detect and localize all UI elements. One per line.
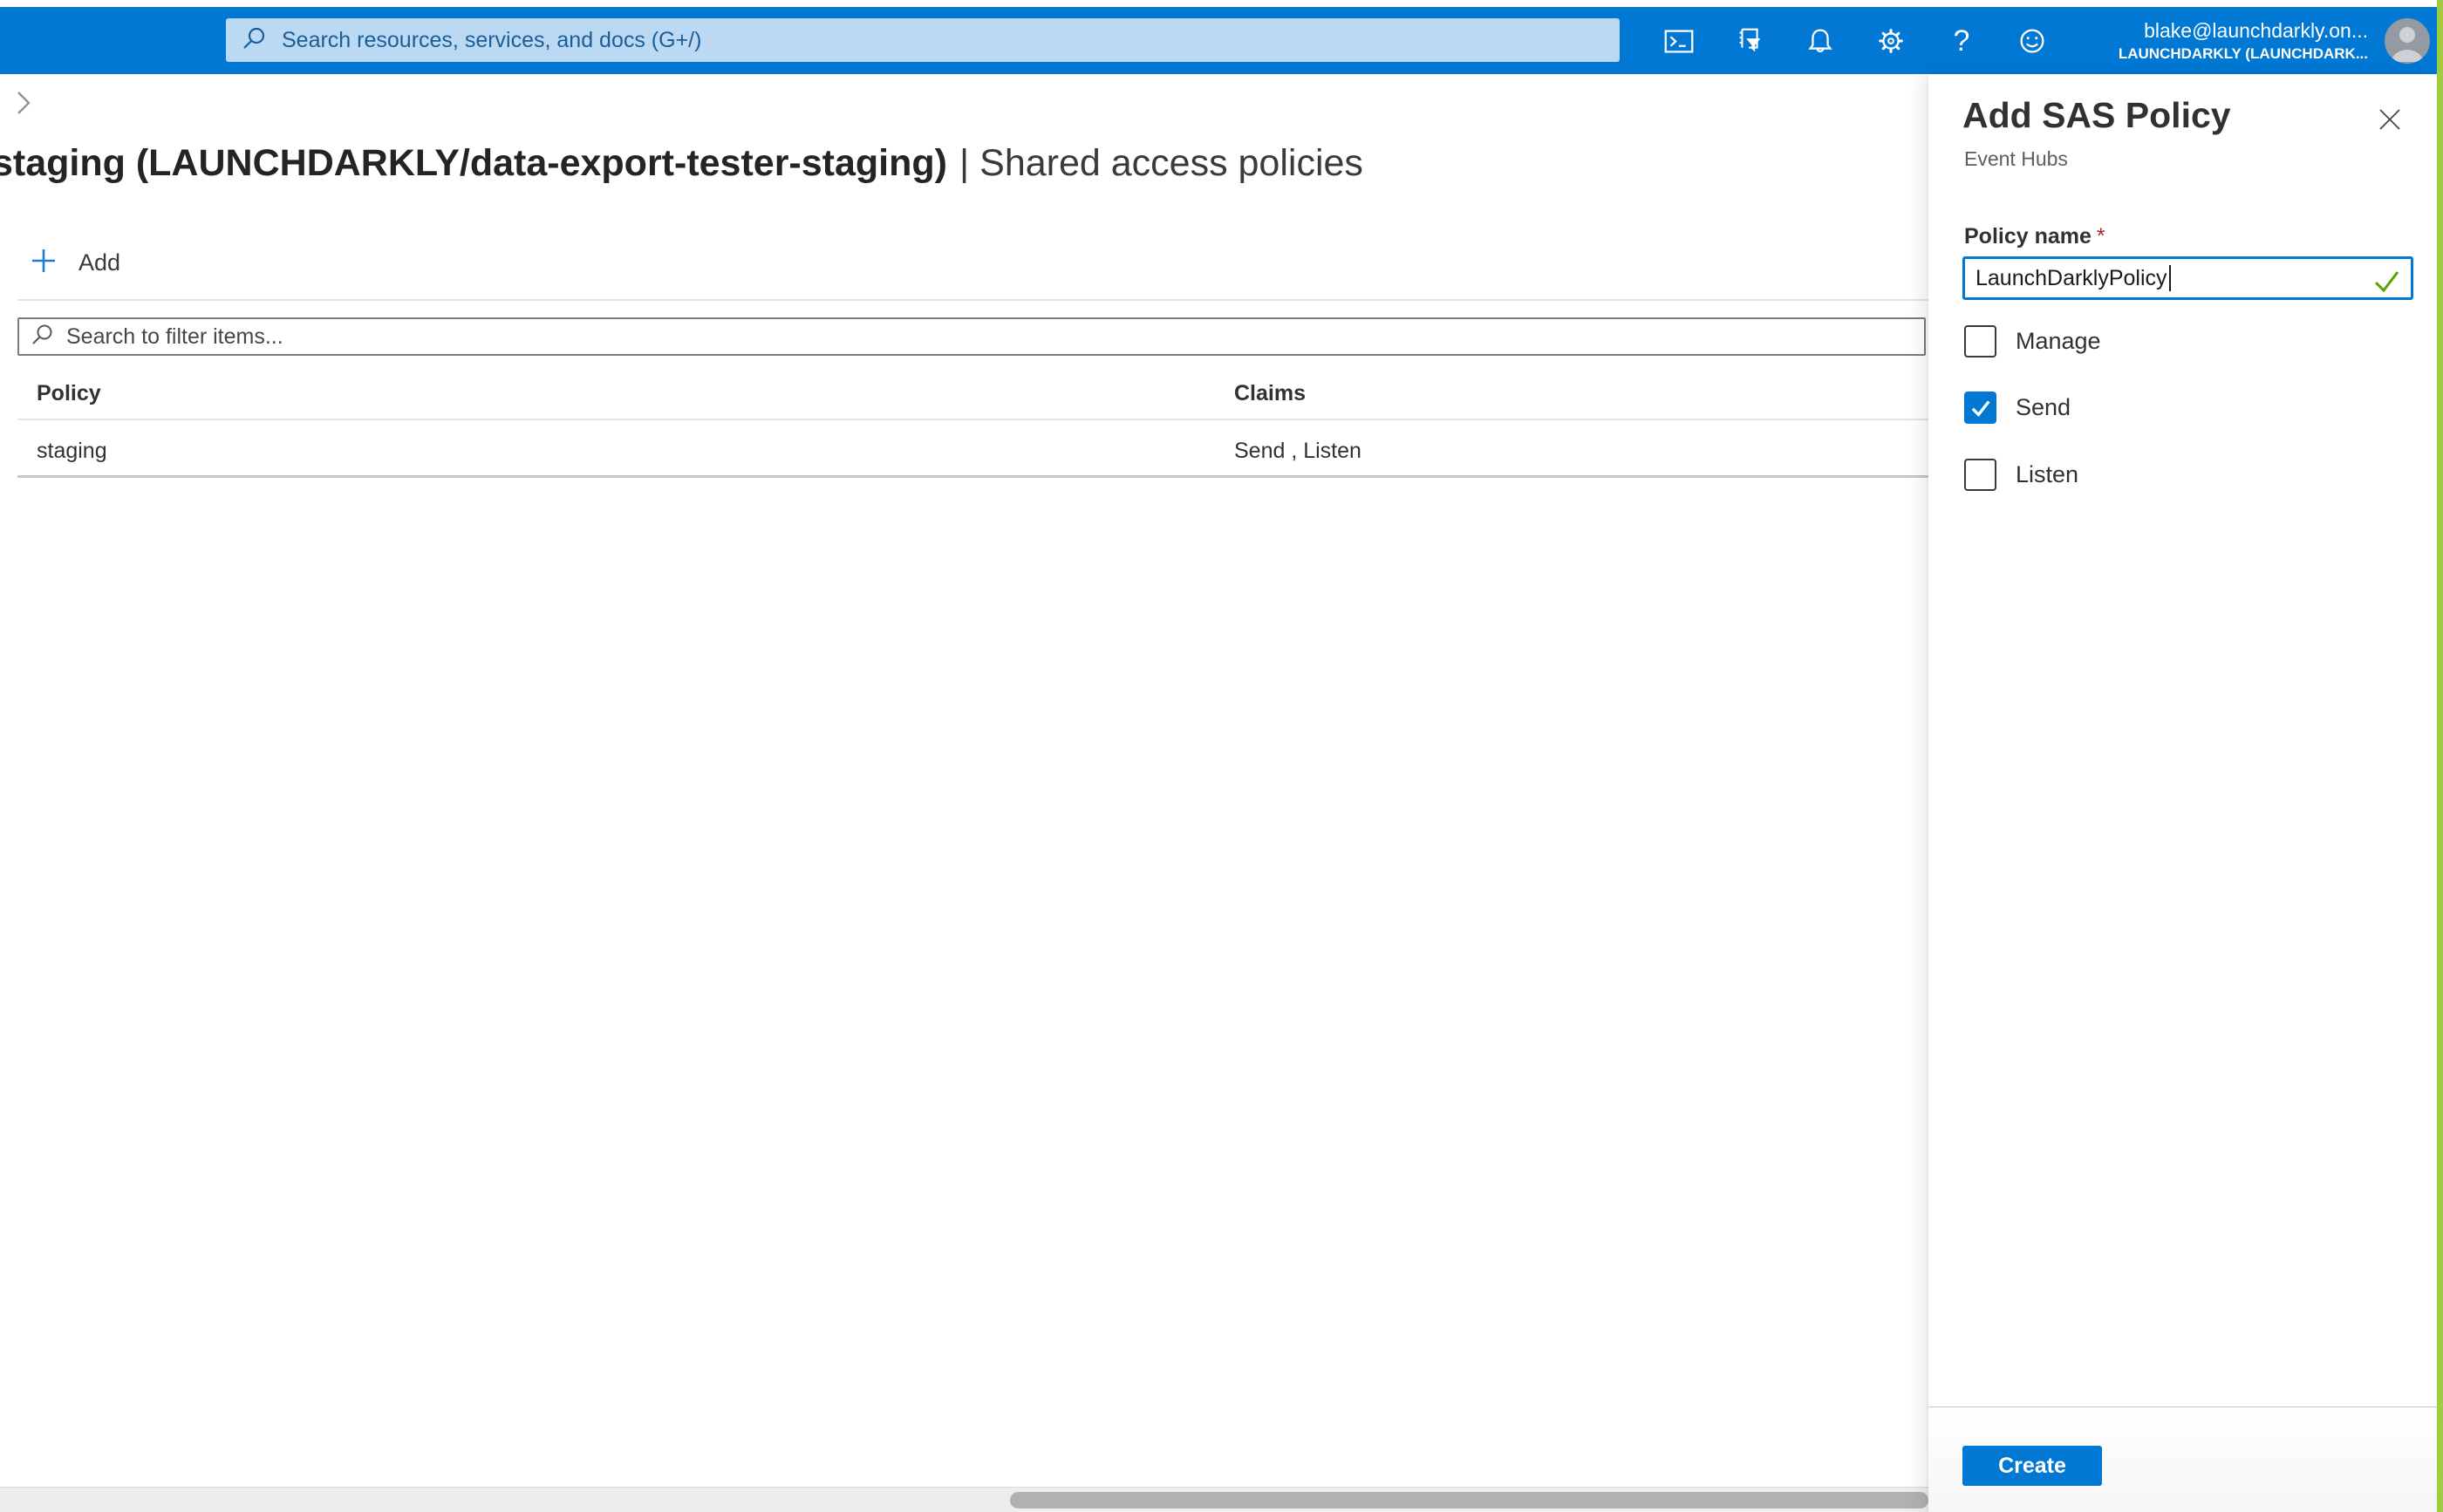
- page-title-separator: |: [959, 142, 969, 184]
- text-caret: [2169, 265, 2171, 291]
- table-row-divider: [17, 475, 1932, 478]
- account-menu[interactable]: blake@launchdarkly.on... LAUNCHDARKLY (L…: [2119, 19, 2368, 64]
- close-icon[interactable]: [2372, 102, 2407, 137]
- policy-name-label: Policy name*: [1964, 224, 2105, 249]
- valid-checkmark-icon: [2371, 265, 2402, 301]
- add-button[interactable]: Add: [30, 247, 120, 279]
- help-icon[interactable]: ?: [1944, 17, 1979, 65]
- horizontal-scrollbar-track[interactable]: [0, 1487, 1928, 1512]
- topbar-icon-group: ?: [1662, 7, 2050, 74]
- send-label: Send: [2016, 394, 2071, 421]
- account-email: blake@launchdarkly.on...: [2119, 19, 2368, 42]
- policy-name-input[interactable]: LaunchDarklyPolicy: [1962, 256, 2413, 300]
- global-search-placeholder: Search resources, services, and docs (G+…: [282, 28, 701, 53]
- azure-top-bar: Search resources, services, and docs (G+…: [0, 7, 2443, 74]
- create-button[interactable]: Create: [1962, 1446, 2102, 1486]
- horizontal-scrollbar-thumb[interactable]: [1010, 1492, 1928, 1509]
- page-title: staging (LAUNCHDARKLY/data-export-tester…: [0, 142, 1363, 185]
- command-bar-divider: [17, 299, 1928, 301]
- avatar[interactable]: [2385, 18, 2430, 64]
- required-marker: *: [2097, 224, 2105, 249]
- settings-gear-icon[interactable]: [1873, 17, 1908, 65]
- global-search-input[interactable]: Search resources, services, and docs (G+…: [226, 18, 1620, 62]
- manage-label: Manage: [2016, 328, 2101, 355]
- column-header-policy: Policy: [37, 381, 101, 406]
- listen-checkbox[interactable]: [1964, 459, 1996, 491]
- page-title-resource: staging (LAUNCHDARKLY/data-export-tester…: [0, 142, 947, 184]
- feedback-smiley-icon[interactable]: [2015, 17, 2050, 65]
- listen-label: Listen: [2016, 461, 2078, 488]
- policy-name-label-text: Policy name: [1964, 224, 2092, 249]
- row-policy-name: staging: [37, 439, 107, 464]
- cloud-shell-icon[interactable]: [1662, 17, 1696, 65]
- add-sas-policy-panel: Add SAS Policy Event Hubs Policy name* L…: [1928, 74, 2438, 1512]
- send-checkbox[interactable]: [1964, 392, 1996, 424]
- column-header-claims: Claims: [1234, 381, 1306, 406]
- panel-subtitle: Event Hubs: [1964, 147, 2068, 171]
- filter-search-icon: [31, 323, 55, 351]
- panel-title: Add SAS Policy: [1962, 95, 2231, 136]
- policy-name-value: LaunchDarklyPolicy: [1976, 266, 2167, 291]
- top-white-strip: [0, 0, 2443, 7]
- directory-filter-icon[interactable]: [1732, 17, 1767, 65]
- panel-footer: Create: [1928, 1406, 2438, 1512]
- filter-items-placeholder: Search to filter items...: [66, 324, 283, 350]
- account-tenant: LAUNCHDARKLY (LAUNCHDARK...: [2119, 44, 2368, 64]
- search-icon: [242, 25, 268, 56]
- checkbox-row-send[interactable]: Send: [1964, 392, 2071, 424]
- plus-icon: [30, 247, 58, 279]
- checkbox-row-listen[interactable]: Listen: [1964, 459, 2078, 491]
- breadcrumb-chevron-icon[interactable]: [10, 88, 37, 122]
- row-claims: Send , Listen: [1234, 439, 1361, 464]
- notifications-bell-icon[interactable]: [1803, 17, 1838, 65]
- screen-edge-strip: [2437, 0, 2443, 1512]
- filter-items-input[interactable]: Search to filter items...: [17, 317, 1926, 356]
- table-row[interactable]: [0, 420, 1928, 475]
- add-button-label: Add: [78, 249, 120, 276]
- manage-checkbox[interactable]: [1964, 325, 1996, 358]
- checkbox-row-manage[interactable]: Manage: [1964, 325, 2101, 358]
- page-title-section: Shared access policies: [979, 142, 1363, 184]
